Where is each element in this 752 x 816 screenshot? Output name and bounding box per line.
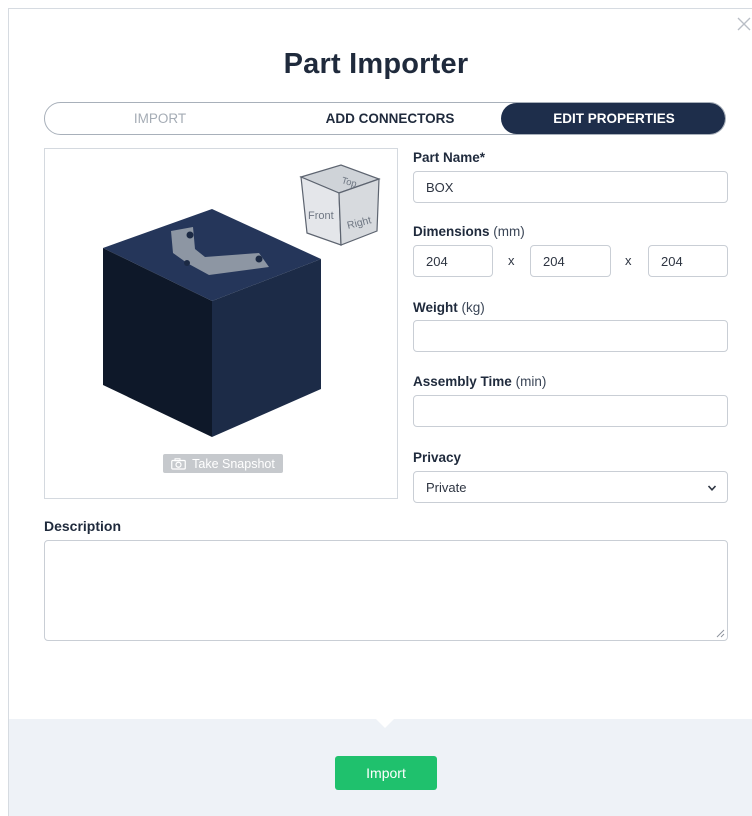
- description-label: Description: [44, 518, 122, 534]
- camera-icon: [171, 457, 186, 470]
- view-cube-front-label: Front: [308, 210, 334, 222]
- weight-label: Weight (kg): [413, 300, 485, 315]
- assembly-time-label: Assembly Time (min): [413, 374, 547, 389]
- close-icon[interactable]: [736, 16, 752, 32]
- box-3d-model: Top Front Right: [103, 164, 381, 437]
- view-cube-icon[interactable]: Top Front Right: [299, 164, 381, 246]
- take-snapshot-label: Take Snapshot: [192, 456, 275, 471]
- dimension-z-input[interactable]: 204: [648, 245, 728, 277]
- dimension-y-input[interactable]: 204: [530, 245, 611, 277]
- footer-notch: [376, 719, 394, 728]
- privacy-select[interactable]: Private: [413, 471, 728, 503]
- step-edit-properties[interactable]: EDIT PROPERTIES: [501, 103, 725, 134]
- resize-grip-icon[interactable]: [716, 629, 725, 638]
- take-snapshot-button[interactable]: Take Snapshot: [163, 454, 283, 473]
- part-name-label: Part Name*: [413, 150, 486, 165]
- privacy-label: Privacy: [413, 450, 462, 465]
- chevron-down-icon: [707, 485, 717, 491]
- dimension-separator: x: [625, 253, 632, 268]
- import-button[interactable]: Import: [335, 756, 437, 790]
- dialog-title: Part Importer: [283, 48, 469, 80]
- dimensions-label: Dimensions (mm): [413, 224, 525, 239]
- dimension-x-input[interactable]: 204: [413, 245, 493, 277]
- step-add-connectors[interactable]: ADD CONNECTORS: [265, 103, 515, 134]
- description-textarea[interactable]: [44, 540, 728, 641]
- step-progress-bar: IMPORT ADD CONNECTORS EDIT PROPERTIES: [44, 102, 726, 135]
- part-name-input[interactable]: BOX: [413, 171, 728, 203]
- weight-input[interactable]: [413, 320, 728, 352]
- dimension-separator: x: [508, 253, 515, 268]
- step-import[interactable]: IMPORT: [45, 103, 275, 134]
- part-preview-viewport[interactable]: Top Front Right Take Snapshot: [44, 148, 398, 499]
- assembly-time-input[interactable]: [413, 395, 728, 427]
